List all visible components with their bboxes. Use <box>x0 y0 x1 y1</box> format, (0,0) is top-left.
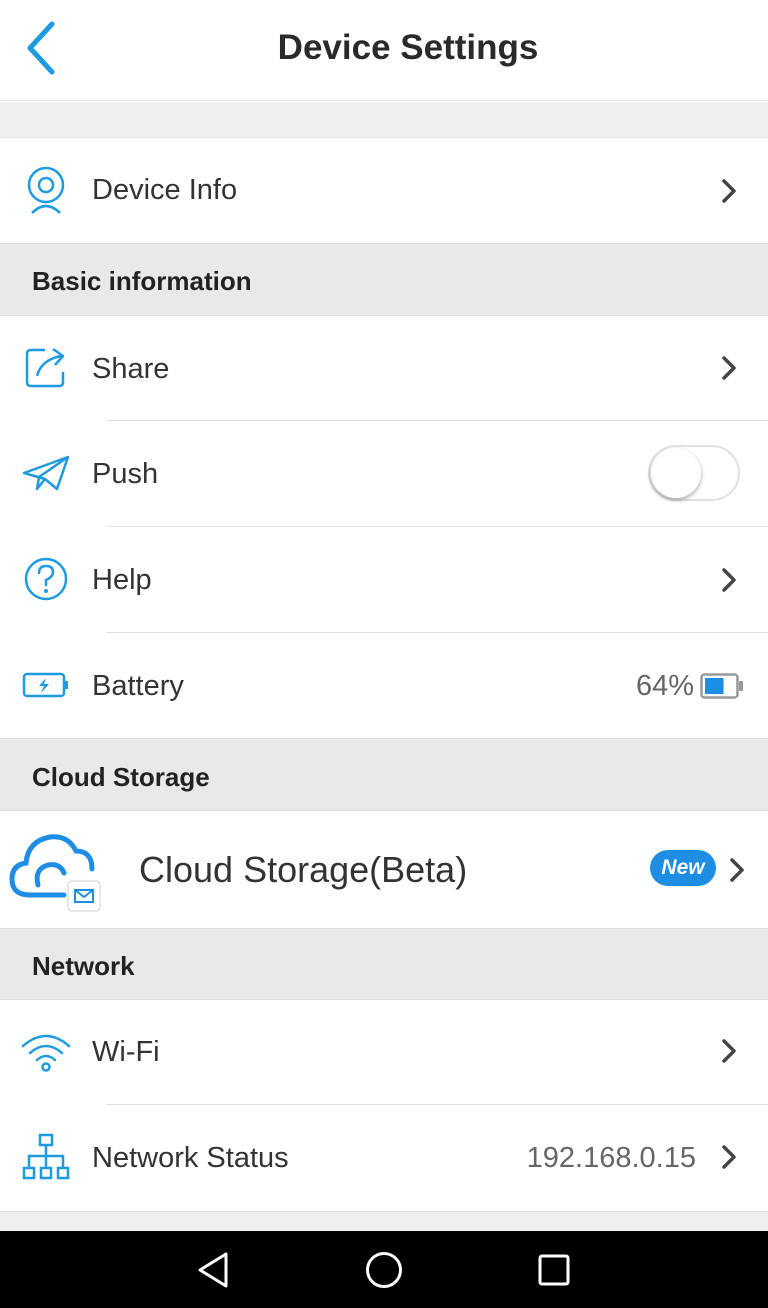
chevron-right-icon <box>716 1036 742 1066</box>
device-info-row[interactable]: Device Info <box>0 138 768 243</box>
section-title: Cloud Storage <box>32 762 210 792</box>
help-icon <box>20 553 72 605</box>
share-icon <box>20 342 72 394</box>
network-tree-icon <box>20 1131 72 1183</box>
chevron-right-icon <box>716 565 742 595</box>
ip-address: 192.168.0.15 <box>526 1142 696 1174</box>
chevron-right-icon <box>716 1142 742 1172</box>
share-label: Share <box>92 353 170 385</box>
push-row: Push <box>0 421 768 526</box>
nav-recents-icon[interactable] <box>532 1248 576 1292</box>
chevron-right-icon <box>716 353 742 383</box>
help-label: Help <box>92 564 152 596</box>
chevron-right-icon <box>724 855 750 885</box>
cloud-storage-label: Cloud Storage(Beta) <box>139 849 468 890</box>
section-cloud-storage: Cloud Storage <box>0 738 768 811</box>
camera-icon <box>20 164 72 216</box>
push-label: Push <box>92 458 159 490</box>
battery-charging-icon <box>20 659 72 711</box>
help-row[interactable]: Help <box>0 527 768 632</box>
page-title: Device Settings <box>277 28 539 67</box>
cloud-icon <box>8 825 104 917</box>
battery-row: Battery 64% <box>0 633 768 738</box>
toggle-knob <box>651 448 701 498</box>
wifi-row[interactable]: Wi-Fi <box>0 1000 768 1104</box>
nav-back-icon[interactable] <box>192 1248 236 1292</box>
network-status-row[interactable]: Network Status 192.168.0.15 <box>0 1105 768 1211</box>
section-title: Network <box>32 951 135 981</box>
section-title: Basic information <box>32 266 252 296</box>
network-status-label: Network Status <box>92 1142 289 1174</box>
wifi-icon <box>20 1026 72 1078</box>
cloud-storage-row[interactable]: Cloud Storage(Beta) New <box>0 811 768 928</box>
nav-home-icon[interactable] <box>362 1248 406 1292</box>
section-basic-information: Basic information <box>0 243 768 316</box>
device-info-label: Device Info <box>92 174 238 206</box>
push-toggle[interactable] <box>648 445 740 501</box>
chevron-right-icon <box>716 176 742 206</box>
app-header: Device Settings <box>0 0 768 101</box>
spacer <box>0 102 768 138</box>
share-row[interactable]: Share <box>0 316 768 421</box>
new-badge: New <box>650 850 716 886</box>
paper-plane-icon <box>20 447 72 499</box>
battery-label: Battery <box>92 670 184 702</box>
spacer <box>0 1212 768 1231</box>
wifi-label: Wi-Fi <box>92 1036 160 1068</box>
section-network: Network <box>0 928 768 1000</box>
battery-percentage: 64% <box>635 670 694 702</box>
battery-level-icon <box>700 673 744 704</box>
system-navigation-bar <box>0 1231 768 1308</box>
